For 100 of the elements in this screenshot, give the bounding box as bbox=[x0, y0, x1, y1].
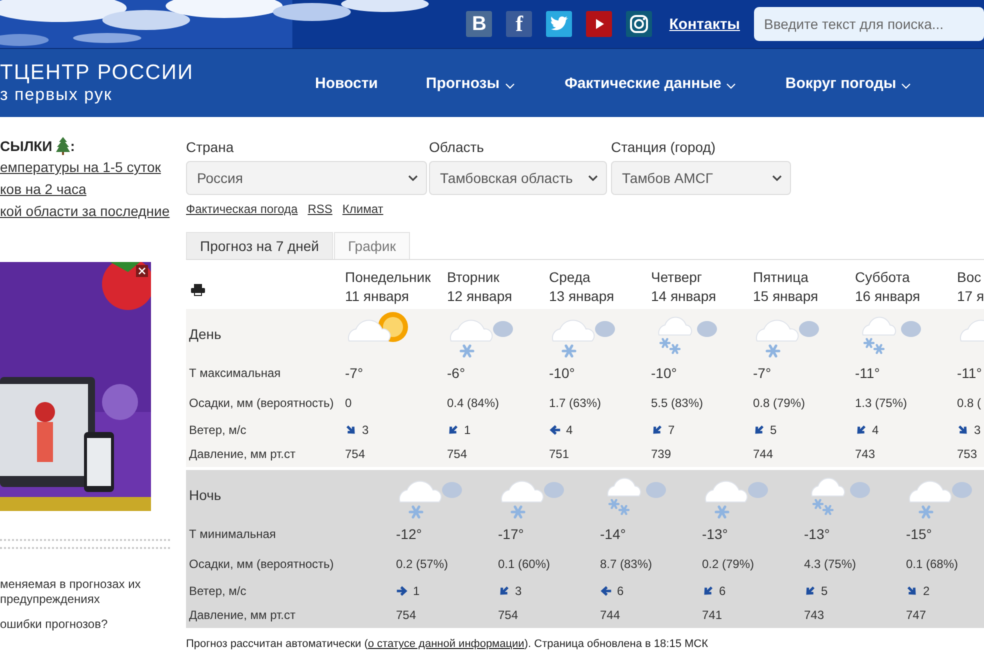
temperature: -7° bbox=[345, 365, 364, 381]
section-label: Ночь bbox=[189, 487, 222, 503]
row-label: Осадки, мм (вероятность) bbox=[189, 557, 334, 571]
day-name: Среда bbox=[549, 268, 592, 287]
dropdown-select[interactable]: Россия bbox=[186, 161, 427, 195]
precipitation: 0.8 ( bbox=[957, 396, 982, 410]
wind-speed: 6 bbox=[719, 584, 726, 598]
precipitation: 0.2 (57%) bbox=[396, 557, 448, 571]
temperature: -13° bbox=[702, 526, 728, 542]
status-link[interactable]: о статусе данной информации bbox=[368, 638, 524, 650]
wind-speed: 4 bbox=[872, 423, 879, 437]
precipitation: 5.5 (83%) bbox=[651, 396, 704, 410]
day-date: 14 января bbox=[651, 287, 718, 306]
temperature: -11° bbox=[957, 365, 982, 381]
pressure: 741 bbox=[702, 608, 722, 622]
tab[interactable]: График bbox=[334, 232, 410, 259]
row-label: Ветер, м/с bbox=[189, 423, 246, 437]
pressure: 754 bbox=[447, 447, 468, 461]
contacts-link[interactable]: Контакты bbox=[669, 16, 740, 32]
wind-speed: 3 bbox=[362, 423, 369, 437]
day-date: 13 января bbox=[549, 287, 616, 306]
precipitation: 1.7 (63%) bbox=[549, 396, 602, 410]
wind-speed: 1 bbox=[464, 423, 471, 437]
info-link[interactable]: RSS bbox=[308, 202, 332, 216]
day-date: 11 января bbox=[345, 287, 410, 306]
day-name: Понедельник bbox=[345, 268, 432, 287]
temperature: -12° bbox=[396, 526, 422, 542]
row-label: Осадки, мм (вероятность) bbox=[189, 396, 334, 410]
info-link[interactable]: Климат bbox=[342, 202, 384, 216]
sidebar-note[interactable]: меняемая в прогнозах их предупреждениях bbox=[0, 577, 170, 607]
dropdown-select[interactable]: Тамбов АМСГ bbox=[611, 161, 791, 195]
pressure: 754 bbox=[345, 447, 366, 461]
pressure: 747 bbox=[906, 608, 926, 622]
section-label: День bbox=[189, 326, 222, 342]
wind-speed: 5 bbox=[770, 423, 777, 437]
sidebar-link[interactable]: емпературы на 1-5 суток bbox=[0, 156, 170, 178]
filter-label: Страна bbox=[186, 139, 235, 155]
temperature: -10° bbox=[651, 365, 677, 381]
day-name: Суббота bbox=[855, 268, 911, 287]
pressure: 751 bbox=[549, 447, 570, 461]
day-date: 15 января bbox=[753, 287, 820, 306]
wind-arrow-icon bbox=[600, 585, 612, 597]
printer-icon[interactable] bbox=[191, 284, 205, 296]
pressure: 744 bbox=[600, 608, 620, 622]
pressure: 754 bbox=[498, 608, 518, 622]
nav-item[interactable]: Вокруг погоды bbox=[785, 74, 912, 92]
wind-speed: 3 bbox=[515, 584, 522, 598]
precipitation: 0 bbox=[345, 396, 352, 410]
pressure: 739 bbox=[651, 447, 672, 461]
sidebar-note[interactable]: ошибки прогнозов? bbox=[0, 617, 170, 632]
temperature: -17° bbox=[498, 526, 524, 542]
precipitation: 1.3 (75%) bbox=[855, 396, 908, 410]
dropdown-select[interactable]: Тамбовская область bbox=[429, 161, 607, 195]
close-icon[interactable] bbox=[136, 265, 148, 277]
precipitation: 0.2 (79%) bbox=[702, 557, 754, 571]
tab[interactable]: Прогноз на 7 дней bbox=[186, 232, 333, 259]
temperature: -13° bbox=[804, 526, 830, 542]
wind-speed: 3 bbox=[974, 423, 981, 437]
temperature: -11° bbox=[855, 365, 880, 381]
nav-item[interactable]: Фактические данные bbox=[564, 74, 736, 92]
social-link[interactable]: f bbox=[506, 11, 532, 37]
day-name: Вос bbox=[957, 268, 982, 287]
tree-icon bbox=[56, 137, 70, 155]
temperature: -14° bbox=[600, 526, 626, 542]
day-name: Пятница bbox=[753, 268, 810, 287]
temperature: -15° bbox=[906, 526, 932, 542]
sidebar-link[interactable]: ков на 2 часа bbox=[0, 178, 170, 200]
temperature: -6° bbox=[447, 365, 466, 381]
day-name: Четверг bbox=[651, 268, 704, 287]
row-label: Давление, мм рт.ст bbox=[189, 447, 296, 461]
day-date: 16 января bbox=[855, 287, 922, 306]
nav-item[interactable]: Новости bbox=[315, 74, 378, 92]
row-label: Ветер, м/с bbox=[189, 584, 246, 598]
play-icon[interactable] bbox=[586, 11, 612, 37]
day-date: 12 января bbox=[447, 287, 514, 306]
camera-icon[interactable] bbox=[626, 11, 652, 37]
pressure: 744 bbox=[753, 447, 774, 461]
wind-arrow-icon bbox=[396, 585, 408, 597]
nav-item[interactable]: Прогнозы bbox=[426, 74, 515, 92]
pressure: 753 bbox=[957, 447, 978, 461]
filter-label: Станция (город) bbox=[611, 139, 717, 155]
search-field[interactable]: Введите текст для поиска... bbox=[754, 7, 984, 41]
wind-speed: 4 bbox=[566, 423, 573, 437]
precipitation: 0.1 (68%) bbox=[906, 557, 958, 571]
row-label: Т минимальная bbox=[189, 527, 276, 541]
precipitation: 0.4 (84%) bbox=[447, 396, 500, 410]
sidebar-title: СЫЛКИ bbox=[0, 138, 52, 154]
wind-speed: 5 bbox=[821, 584, 828, 598]
logo-title: ТЦЕНТР РОССИИ bbox=[0, 61, 195, 85]
precipitation: 0.1 (60%) bbox=[498, 557, 550, 571]
sidebar-link[interactable]: кой области за последние bbox=[0, 200, 170, 222]
update-note: Прогноз рассчитан автоматически (о статусе данной информации). Страница обновлена в 18:15 МСК bbox=[186, 638, 710, 650]
temperature: -7° bbox=[753, 365, 772, 381]
pressure: 743 bbox=[855, 447, 876, 461]
sidebar-title-colon: : bbox=[70, 138, 75, 154]
social-link[interactable]: B bbox=[466, 11, 492, 37]
chevron-icon bbox=[772, 175, 782, 181]
info-link[interactable]: Фактическая погода bbox=[186, 202, 298, 216]
wind-speed: 6 bbox=[617, 584, 624, 598]
bird-icon[interactable] bbox=[546, 11, 572, 37]
